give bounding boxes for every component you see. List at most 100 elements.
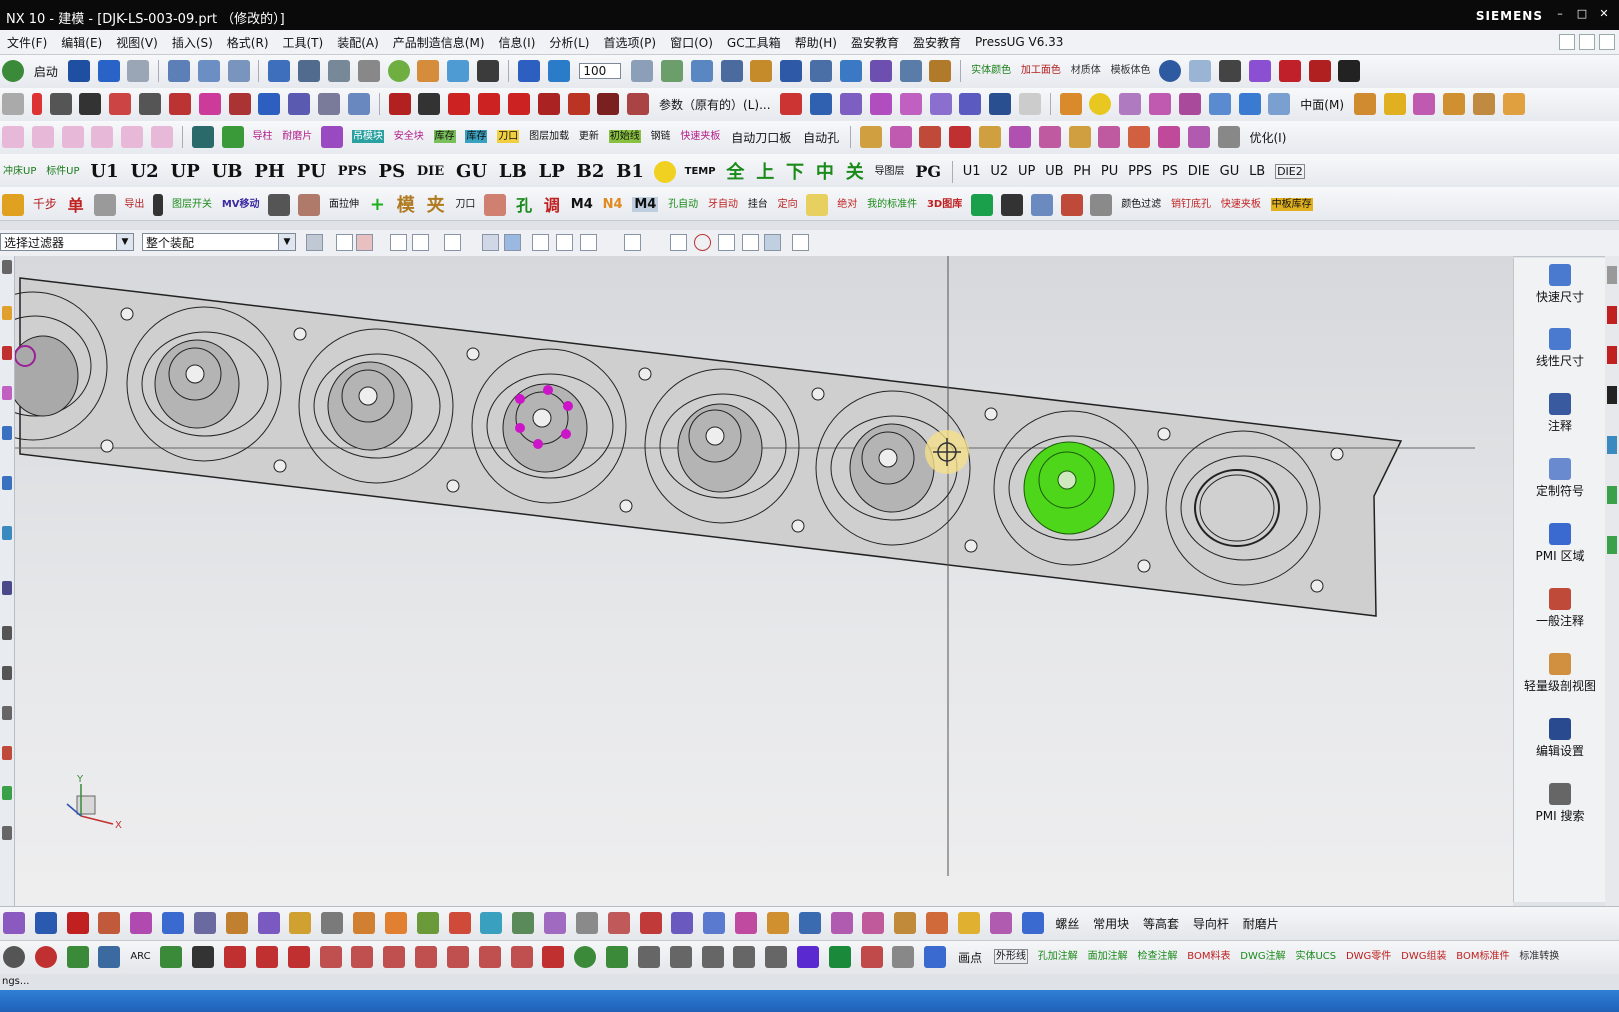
dwg-assembly-button[interactable]: DWG组装 <box>1401 951 1446 962</box>
surface-3-icon[interactable] <box>899 93 922 115</box>
sketch-31-icon[interactable] <box>1021 912 1044 934</box>
menu-assembly[interactable]: 装配(A) <box>330 34 386 51</box>
move-up-button[interactable]: UP <box>1018 165 1035 178</box>
wcs-icon[interactable] <box>197 60 220 82</box>
upper-button[interactable]: 上 <box>756 158 774 184</box>
draft-transfer-icon[interactable] <box>924 946 947 968</box>
clamp-button[interactable]: 夹 <box>427 191 445 217</box>
restore-icon[interactable] <box>1559 34 1575 50</box>
rotate-icon[interactable] <box>547 60 570 82</box>
studio-icon[interactable] <box>1189 60 1212 82</box>
menu-window[interactable]: 窗口(O) <box>663 34 720 51</box>
minimize-button[interactable]: – <box>1551 6 1569 22</box>
extend-icon[interactable] <box>258 93 281 115</box>
pg-button[interactable]: PG <box>915 162 941 181</box>
sketch-17-icon[interactable] <box>575 912 598 934</box>
menu-pressug[interactable]: PressUG V6.33 <box>968 35 1070 49</box>
close-button[interactable]: ✕ <box>1595 6 1613 22</box>
menu-preferences[interactable]: 首选项(P) <box>596 34 663 51</box>
press-up-button[interactable]: 冲床UP <box>3 166 36 177</box>
view-icon[interactable] <box>447 60 470 82</box>
edge-button[interactable]: 刀口 <box>497 130 520 143</box>
heart-curve-icon[interactable] <box>168 93 191 115</box>
move-icon[interactable] <box>780 60 803 82</box>
measure-icon[interactable] <box>660 60 683 82</box>
screw-button[interactable]: 螺丝 <box>1055 915 1079 932</box>
sketch-23-icon[interactable] <box>766 912 789 934</box>
solid-9-icon[interactable] <box>1413 93 1436 115</box>
menu-view[interactable]: 视图(V) <box>109 34 165 51</box>
snap-line-icon[interactable] <box>580 234 597 251</box>
draft-hatch-icon[interactable] <box>98 946 121 968</box>
menu-insert[interactable]: 插入(S) <box>165 34 220 51</box>
solid-3-icon[interactable] <box>1178 93 1201 115</box>
orient-button[interactable]: 定向 <box>778 199 798 210</box>
sketch-25-icon[interactable] <box>830 912 853 934</box>
solid-7-icon[interactable] <box>1353 93 1376 115</box>
model-view[interactable]: X Y <box>0 256 1513 906</box>
maximize-icon[interactable] <box>1579 34 1595 50</box>
tool-1-icon[interactable] <box>2 193 24 216</box>
select-rect-icon[interactable] <box>444 234 461 251</box>
draft-dots-icon[interactable] <box>733 946 756 968</box>
menu-info[interactable]: 信息(I) <box>492 34 543 51</box>
mv-move-button[interactable]: MV移动 <box>222 199 260 210</box>
surface-5-icon[interactable] <box>959 93 982 115</box>
middle-button[interactable]: 中 <box>816 158 834 184</box>
redo-icon[interactable] <box>127 60 150 82</box>
grid-icon[interactable] <box>298 60 321 82</box>
solid-color-button[interactable]: 实体颜色 <box>971 65 1011 76</box>
n4-button[interactable]: N4 <box>603 198 623 211</box>
color-filter-button[interactable]: 颜色过滤 <box>1121 199 1161 210</box>
pattern-icon[interactable] <box>869 60 892 82</box>
snap-center-icon[interactable] <box>670 234 687 251</box>
spring-icon[interactable] <box>221 126 244 148</box>
stock-a-button[interactable]: 库存 <box>433 130 456 143</box>
snap-icon[interactable] <box>720 60 743 82</box>
solid-10-icon[interactable] <box>1443 93 1466 115</box>
sketch-8-icon[interactable] <box>289 912 312 934</box>
snap-grid-icon[interactable] <box>792 234 809 251</box>
scale-icon[interactable] <box>929 60 952 82</box>
template-color-button[interactable]: 模板体色 <box>1111 65 1151 76</box>
sketch-1-icon[interactable] <box>3 912 25 934</box>
sketch-26-icon[interactable] <box>862 912 885 934</box>
maximize-button[interactable]: □ <box>1573 6 1591 22</box>
arc-button[interactable]: ARC <box>130 951 150 962</box>
sketch-19-icon[interactable] <box>639 912 662 934</box>
sketch-3-icon[interactable] <box>130 912 153 934</box>
more-icon[interactable] <box>2 826 12 840</box>
outline-button[interactable]: 外形线 <box>993 949 1028 964</box>
asm-4-icon[interactable] <box>949 126 972 148</box>
asm-8-icon[interactable] <box>1068 126 1091 148</box>
rectangle-icon[interactable] <box>2 93 24 115</box>
edge-4-icon[interactable] <box>1607 386 1617 404</box>
hole-annotation-button[interactable]: 孔加注解 <box>1038 951 1078 962</box>
start-button[interactable]: 启动 <box>34 63 58 80</box>
snap-point-icon[interactable] <box>742 234 759 251</box>
menu-file[interactable]: 文件(F) <box>0 34 54 51</box>
sketch-30-icon[interactable] <box>989 912 1012 934</box>
edit-icon[interactable] <box>1338 60 1361 82</box>
edge-7-icon[interactable] <box>1607 536 1617 554</box>
auto-hole-button[interactable]: 自动孔 <box>803 129 839 146</box>
plate-die-button[interactable]: DIE <box>417 164 444 179</box>
text-icon[interactable] <box>1308 60 1331 82</box>
plate-ps-button[interactable]: PS <box>379 161 406 182</box>
layer-nav-icon[interactable] <box>2 746 12 760</box>
draft-diag-icon[interactable] <box>287 946 310 968</box>
sketch-line-icon[interactable] <box>66 912 89 934</box>
sketch-18-icon[interactable] <box>607 912 630 934</box>
graphics-viewport[interactable]: X Y <box>0 256 1513 906</box>
edge-6-icon[interactable] <box>1607 486 1617 504</box>
quick-clamp-plate-button[interactable]: 快速夹板 <box>1221 199 1261 210</box>
wear-plate-button[interactable]: 耐磨片 <box>282 131 312 142</box>
edge-5-icon[interactable] <box>1607 436 1617 454</box>
absolute-button[interactable]: 绝对 <box>837 199 857 210</box>
display-icon[interactable] <box>167 60 190 82</box>
part-icon[interactable] <box>417 60 440 82</box>
bracket-icon[interactable] <box>1060 193 1083 216</box>
move-ub-button[interactable]: UB <box>1045 165 1063 178</box>
colon-icon[interactable] <box>153 193 164 216</box>
menu-format[interactable]: 格式(R) <box>220 34 276 51</box>
